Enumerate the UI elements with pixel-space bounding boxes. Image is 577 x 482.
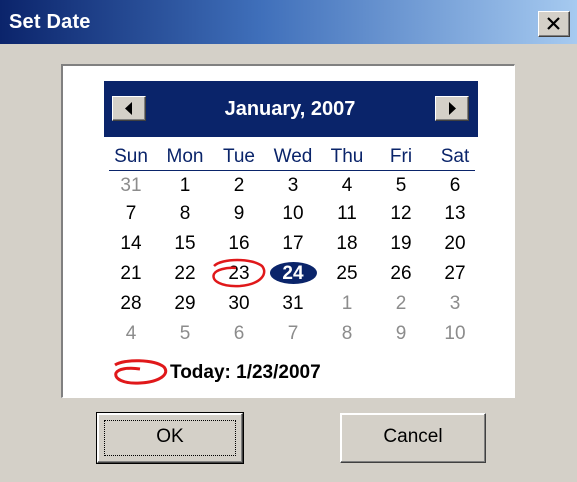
day-cell[interactable]: 15 [158, 232, 212, 256]
day-cell[interactable]: 22 [158, 262, 212, 286]
day-cell[interactable]: 28 [104, 292, 158, 316]
adjacent-month-day-cell[interactable]: 31 [104, 174, 158, 198]
today-day-cell[interactable]: 23 [212, 262, 266, 286]
ok-button[interactable]: OK [96, 412, 244, 464]
day-cell[interactable]: 4 [320, 174, 374, 198]
day-cell[interactable]: 20 [428, 232, 482, 256]
right-arrow-icon [449, 102, 456, 115]
day-cell[interactable]: 12 [374, 202, 428, 226]
day-cell[interactable]: 26 [374, 262, 428, 286]
day-cell[interactable]: 5 [374, 174, 428, 198]
day-cell[interactable]: 1 [158, 174, 212, 198]
adjacent-month-day-cell[interactable]: 6 [212, 322, 266, 346]
today-label: Today: 1/23/2007 [170, 362, 321, 383]
weekday-tue: Tue [222, 146, 256, 167]
day-cell[interactable]: 10 [266, 202, 320, 226]
adjacent-month-day-cell[interactable]: 7 [266, 322, 320, 346]
weekday-fri: Fri [389, 146, 413, 167]
day-cell[interactable]: 29 [158, 292, 212, 316]
weekday-sun: Sun [114, 146, 148, 167]
day-cell[interactable]: 19 [374, 232, 428, 256]
day-cell[interactable]: 25 [320, 262, 374, 286]
weekday-divider [109, 170, 475, 171]
day-cell[interactable]: 9 [212, 202, 266, 226]
set-date-dialog: Set Date January, 2007 Sun Mon Tue Wed Thu Fr… [0, 0, 577, 482]
day-cell[interactable]: 31 [266, 292, 320, 316]
day-cell[interactable]: 16 [212, 232, 266, 256]
cancel-button-label: Cancel [383, 426, 443, 447]
dialog-title: Set Date [9, 11, 91, 33]
day-cell[interactable]: 30 [212, 292, 266, 316]
day-cell[interactable]: 7 [104, 202, 158, 226]
adjacent-month-day-cell[interactable]: 1 [320, 292, 374, 316]
weekday-wed: Wed [273, 146, 313, 167]
day-cell[interactable]: 3 [266, 174, 320, 198]
adjacent-month-day-cell[interactable]: 4 [104, 322, 158, 346]
next-month-button[interactable] [435, 96, 469, 121]
close-icon [547, 17, 560, 30]
weekday-sat: Sat [440, 146, 470, 167]
adjacent-month-day-cell[interactable]: 8 [320, 322, 374, 346]
today-marker-icon [114, 359, 168, 385]
day-cell[interactable]: 18 [320, 232, 374, 256]
weekday-mon: Mon [166, 146, 204, 167]
day-cell[interactable]: 21 [104, 262, 158, 286]
adjacent-month-day-cell[interactable]: 9 [374, 322, 428, 346]
day-cell[interactable]: 8 [158, 202, 212, 226]
day-cell[interactable]: 14 [104, 232, 158, 256]
previous-month-button[interactable] [112, 96, 146, 121]
day-cell[interactable]: 13 [428, 202, 482, 226]
adjacent-month-day-cell[interactable]: 2 [374, 292, 428, 316]
ok-button-label: OK [156, 426, 184, 447]
adjacent-month-day-cell[interactable]: 3 [428, 292, 482, 316]
title-bar[interactable]: Set Date [0, 0, 577, 44]
day-cell[interactable]: 27 [428, 262, 482, 286]
selected-day-cell[interactable]: 24 [266, 262, 320, 286]
cancel-button[interactable]: Cancel [340, 413, 486, 463]
day-cell[interactable]: 6 [428, 174, 482, 198]
day-cell[interactable]: 2 [212, 174, 266, 198]
adjacent-month-day-cell[interactable]: 10 [428, 322, 482, 346]
day-cell[interactable]: 11 [320, 202, 374, 226]
left-arrow-icon [125, 102, 132, 115]
day-cell[interactable]: 17 [266, 232, 320, 256]
weekday-thu: Thu [330, 146, 364, 167]
month-year-label: January, 2007 [224, 98, 356, 120]
adjacent-month-day-cell[interactable]: 5 [158, 322, 212, 346]
close-button[interactable] [538, 11, 570, 37]
